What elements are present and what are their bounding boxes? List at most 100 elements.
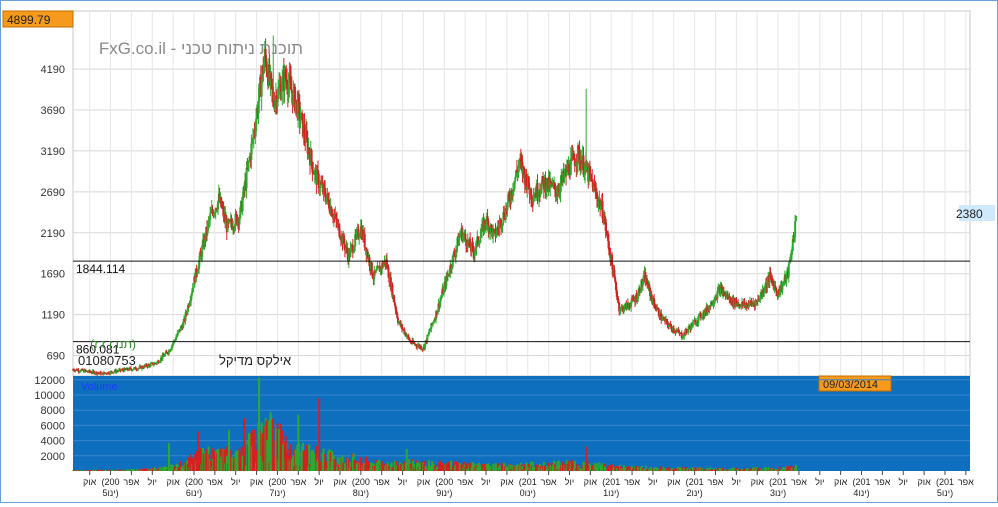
- price-candle-body: [371, 262, 373, 274]
- x-year-label-sub: ינו7): [269, 488, 285, 498]
- volume-spike: [243, 418, 245, 471]
- price-y-tick-label: 3190: [41, 146, 65, 158]
- x-tick-label: אפר: [958, 477, 974, 487]
- x-year-label: (200: [435, 477, 453, 487]
- x-tick-label: אוק: [500, 477, 514, 487]
- x-year-label: (201: [686, 477, 704, 487]
- price-candle-body: [111, 371, 113, 372]
- price-candle-body: [376, 270, 378, 271]
- price-panel: [73, 11, 970, 376]
- x-tick-label: אוק: [667, 477, 681, 487]
- x-tick-label: אפר: [374, 477, 390, 487]
- chart-window: 4190369031902690219016901190690 1844.114…: [0, 0, 998, 503]
- x-year-label: (201: [769, 477, 787, 487]
- price-candle-body: [311, 150, 313, 162]
- x-tick-label: אפר: [624, 477, 640, 487]
- x-year-label-sub: ינו8): [353, 488, 369, 498]
- x-tick-label: אפר: [541, 477, 557, 487]
- price-candle-body: [788, 263, 790, 276]
- x-tick-label: אפר: [457, 477, 473, 487]
- x-year-label-sub: ינו1): [603, 488, 619, 498]
- volume-spike: [585, 447, 587, 471]
- x-tick-label: אוק: [250, 477, 264, 487]
- price-candle-body: [771, 278, 773, 282]
- volume-title: Volume: [81, 381, 118, 393]
- price-candle-body: [153, 364, 155, 365]
- date-label: 09/03/2014: [823, 379, 878, 391]
- x-year-label: (200: [352, 477, 370, 487]
- price-y-tick-label: 2690: [41, 187, 65, 199]
- range-label: (תנו.ז ז.ז): [90, 337, 136, 351]
- price-candle-body: [479, 236, 481, 242]
- max-price-label: 4899.79: [7, 13, 51, 27]
- x-tick-label: יול: [398, 477, 407, 487]
- volume-y-tick-label: 4000: [41, 436, 65, 448]
- x-tick-label: אוק: [166, 477, 180, 487]
- x-tick-label: יול: [565, 477, 574, 487]
- reference-line-label: 1844.114: [76, 262, 125, 276]
- price-candle-body: [277, 87, 279, 99]
- x-tick-label: אוק: [834, 477, 848, 487]
- x-year-label-sub: ינו5): [937, 488, 953, 498]
- x-year-label-sub: ינו9): [436, 488, 452, 498]
- volume-spike: [258, 378, 260, 471]
- price-candle-body: [196, 272, 198, 274]
- x-tick-label: אוק: [83, 477, 97, 487]
- security-code: 01080753: [78, 353, 136, 368]
- price-y-tick-label: 4190: [41, 64, 65, 76]
- x-year-label: (200: [268, 477, 286, 487]
- instrument-name: אילקס מדיקל: [219, 353, 291, 368]
- x-year-label: (201: [936, 477, 954, 487]
- last-price-label: 2380: [956, 207, 983, 221]
- price-candle-body: [270, 73, 272, 79]
- volume-spike: [228, 430, 230, 471]
- volume-y-tick-label: 12000: [34, 375, 65, 387]
- volume-y-tick-label: 8000: [41, 405, 65, 417]
- price-candle-body: [550, 181, 552, 183]
- x-tick-label: יול: [815, 477, 824, 487]
- price-candle-body: [554, 183, 556, 189]
- chart-svg: 4190369031902690219016901190690 1844.114…: [1, 1, 997, 502]
- price-candle-body: [795, 216, 797, 221]
- volume-spike: [168, 443, 170, 471]
- volume-y-tick-label: 2000: [41, 451, 65, 463]
- price-candle-body: [209, 214, 211, 220]
- x-tick-label: יול: [648, 477, 657, 487]
- volume-spike: [318, 398, 320, 471]
- volume-y-tick-label: 6000: [41, 420, 65, 432]
- x-year-label: (201: [519, 477, 537, 487]
- x-year-label-sub: ינו5): [102, 488, 118, 498]
- price-candle-body: [364, 234, 366, 248]
- volume-bar: [795, 465, 797, 471]
- x-tick-label: אפר: [207, 477, 223, 487]
- x-tick-label: אוק: [751, 477, 765, 487]
- x-tick-label: אוק: [584, 477, 598, 487]
- x-tick-label: אפר: [791, 477, 807, 487]
- price-y-tick-label: 1190: [41, 310, 65, 322]
- price-y-tick-label: 2190: [41, 228, 65, 240]
- x-tick-label: אוק: [333, 477, 347, 487]
- price-candle-body: [150, 364, 152, 367]
- x-year-label: (201: [602, 477, 620, 487]
- volume-y-tick-label: 10000: [34, 390, 65, 402]
- volume-spike: [406, 449, 408, 471]
- x-year-label: (200: [102, 477, 120, 487]
- price-candle-body: [533, 197, 535, 202]
- price-candle-body: [192, 287, 194, 288]
- x-year-label: (201: [853, 477, 871, 487]
- price-candle-body: [420, 346, 422, 349]
- volume-spike: [285, 436, 287, 471]
- price-y-ticks: 4190369031902690219016901190690: [41, 64, 65, 362]
- price-candle-body: [464, 234, 466, 240]
- volume-spike: [297, 415, 299, 471]
- x-year-label: (200: [185, 477, 203, 487]
- x-tick-label: אפר: [874, 477, 890, 487]
- chart-title: תוכנת ניתוח טכני - FxG.co.il: [99, 39, 303, 58]
- price-candle-body: [429, 331, 431, 332]
- x-year-label-sub: ינו6): [186, 488, 202, 498]
- price-y-tick-label: 690: [47, 351, 65, 363]
- price-candle-body: [692, 322, 694, 327]
- price-y-tick-label: 1690: [41, 269, 65, 281]
- x-year-label-sub: ינו0): [520, 488, 536, 498]
- x-year-label-sub: ינו4): [853, 488, 869, 498]
